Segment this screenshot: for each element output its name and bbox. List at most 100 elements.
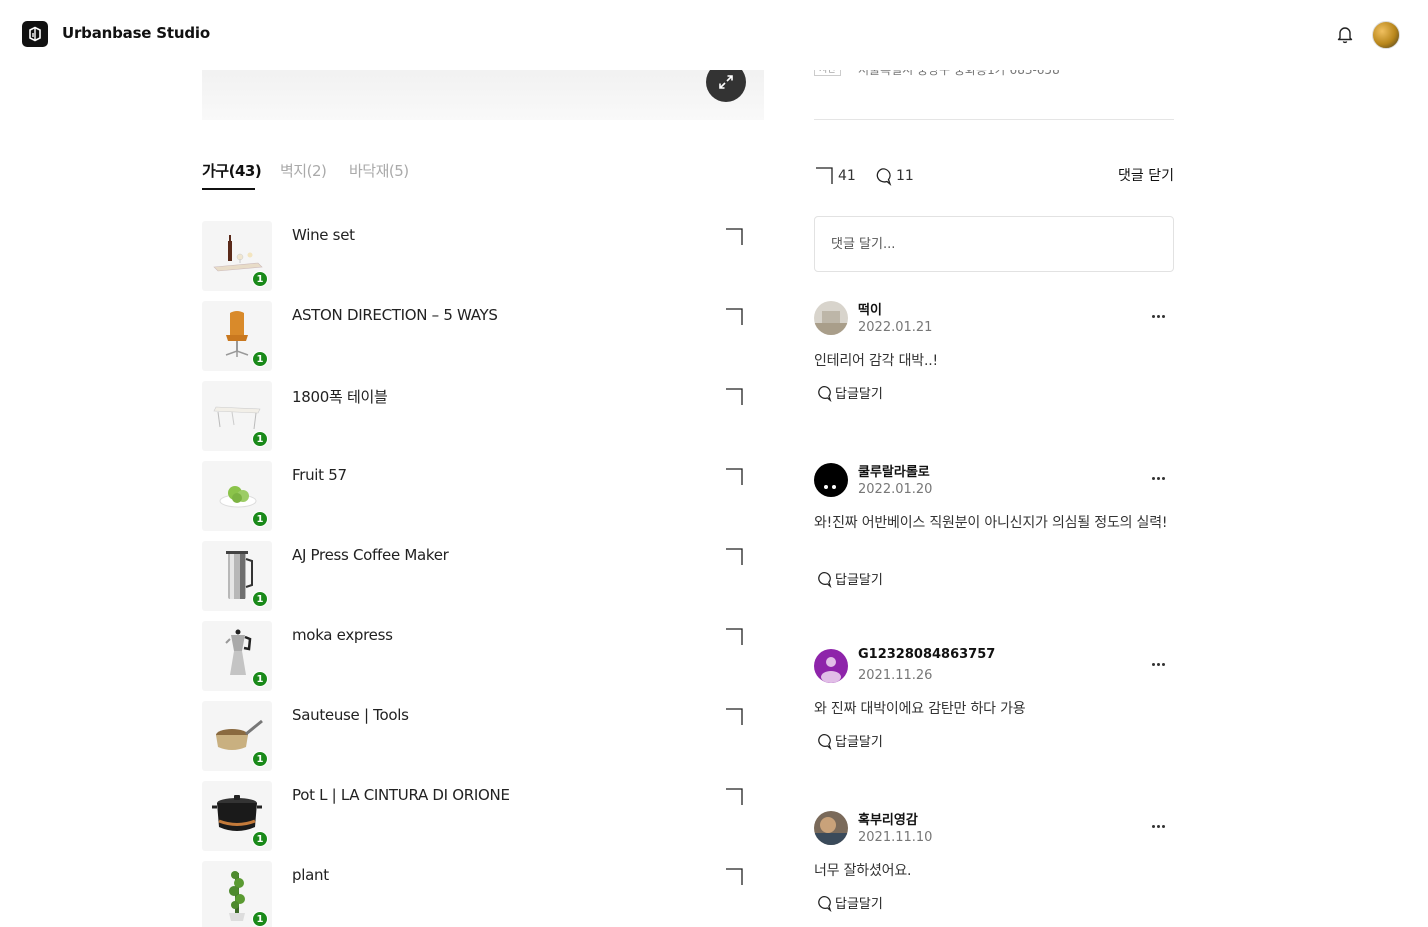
user-avatar[interactable] (1372, 21, 1400, 49)
item-name[interactable]: Sauteuse | Tools (292, 706, 409, 724)
bell-icon[interactable] (1335, 24, 1355, 44)
list-item[interactable]: 1 AJ Press Coffee Maker (202, 541, 764, 611)
comment-input[interactable] (814, 216, 1174, 272)
comment-date: 2021.11.26 (858, 668, 933, 683)
bookmark-icon[interactable] (724, 227, 744, 247)
comment-icon (818, 895, 832, 912)
bookmark-icon[interactable] (724, 627, 744, 647)
comment-text: 너무 잘하셨어요. (814, 863, 912, 879)
comment-item: 떡이 2022.01.21 인테리어 감각 대박..! 답글달기 (814, 301, 1174, 411)
item-name[interactable]: Fruit 57 (292, 466, 347, 484)
comment-date: 2021.11.10 (858, 830, 933, 845)
comment-date: 2022.01.21 (858, 320, 933, 335)
list-item[interactable]: 1 Sauteuse | Tools (202, 701, 764, 771)
reply-button[interactable]: 답글달기 (814, 893, 883, 912)
count-badge: 1 (252, 431, 268, 447)
chair-thumb: 1 (202, 301, 272, 371)
comment-count: 11 (896, 168, 914, 184)
item-name[interactable]: ASTON DIRECTION – 5 WAYS (292, 306, 498, 324)
like-stat[interactable]: 41 (814, 166, 856, 186)
like-count: 41 (838, 168, 856, 184)
bookmark-icon[interactable] (724, 787, 744, 807)
list-item[interactable]: 1 plant (202, 861, 764, 927)
avatar[interactable] (814, 649, 848, 683)
comment-item: 쿨루랄라롤로 2022.01.20 와!진짜 어반베이스 직원분이 아니신지가 … (814, 463, 1174, 593)
comment-icon (818, 571, 832, 588)
bookmark-icon[interactable] (724, 547, 744, 567)
count-badge: 1 (252, 511, 268, 527)
moka-thumb: 1 (202, 621, 272, 691)
item-name[interactable]: moka express (292, 626, 393, 644)
count-badge: 1 (252, 271, 268, 287)
count-badge: 1 (252, 831, 268, 847)
comment-text: 인테리어 감각 대박..! (814, 353, 938, 369)
tab-wallpaper[interactable]: 벽지(2) (280, 160, 327, 181)
reply-label: 답글달기 (835, 387, 883, 402)
plant-thumb: 1 (202, 861, 272, 927)
top-bar: Urbanbase Studio (0, 0, 1428, 70)
reply-label: 답글달기 (835, 573, 883, 588)
table-thumb: 1 (202, 381, 272, 451)
urbanbase-logo-icon[interactable] (22, 21, 48, 47)
list-item[interactable]: 1 1800폭 테이블 (202, 381, 764, 451)
comment-stat[interactable]: 11 (872, 166, 914, 186)
comment-item: 혹부리영감 2021.11.10 너무 잘하셨어요. 답글달기 (814, 811, 1174, 921)
wine-set-thumb: 1 (202, 221, 272, 291)
comment-text: 와 진짜 대박이에요 감탄만 하다 가용 (814, 701, 1026, 717)
count-badge: 1 (252, 351, 268, 367)
list-item[interactable]: 1 ASTON DIRECTION – 5 WAYS (202, 301, 764, 371)
avatar[interactable] (814, 301, 848, 335)
item-name[interactable]: plant (292, 866, 329, 884)
coffee-maker-thumb: 1 (202, 541, 272, 611)
tab-flooring[interactable]: 바닥재(5) (349, 160, 409, 181)
bookmark-icon[interactable] (724, 307, 744, 327)
more-icon[interactable] (1148, 819, 1168, 833)
avatar[interactable] (814, 811, 848, 845)
pot-thumb: 1 (202, 781, 272, 851)
stats-row: 41 11 댓글 닫기 (814, 164, 1174, 188)
pan-thumb: 1 (202, 701, 272, 771)
bookmark-icon[interactable] (724, 707, 744, 727)
count-badge: 1 (252, 911, 268, 927)
close-comments-button[interactable]: 댓글 닫기 (1118, 165, 1174, 185)
reply-label: 답글달기 (835, 897, 883, 912)
active-tab-indicator (202, 188, 255, 190)
reply-button[interactable]: 답글달기 (814, 383, 883, 402)
list-item[interactable]: 1 Fruit 57 (202, 461, 764, 531)
item-name[interactable]: AJ Press Coffee Maker (292, 546, 449, 564)
reply-button[interactable]: 답글달기 (814, 569, 883, 588)
list-item[interactable]: 1 moka express (202, 621, 764, 691)
item-name[interactable]: 1800폭 테이블 (292, 386, 388, 407)
item-name[interactable]: Wine set (292, 226, 355, 244)
more-icon[interactable] (1148, 657, 1168, 671)
count-badge: 1 (252, 591, 268, 607)
tab-furniture[interactable]: 가구(43) (202, 160, 262, 181)
comment-date: 2022.01.20 (858, 482, 933, 497)
bookmark-icon[interactable] (724, 867, 744, 887)
comment-item: G12328084863757 2021.11.26 와 진짜 대박이에요 감탄… (814, 647, 1174, 759)
bookmark-icon[interactable] (724, 467, 744, 487)
item-name[interactable]: Pot L | LA CINTURA DI ORIONE (292, 786, 510, 804)
more-icon[interactable] (1148, 471, 1168, 485)
count-badge: 1 (252, 671, 268, 687)
comment-author[interactable]: G12328084863757 (858, 647, 995, 662)
comment-text: 와!진짜 어반베이스 직원분이 아니신지가 의심될 정도의 실력! (814, 515, 1168, 531)
more-icon[interactable] (1148, 309, 1168, 323)
comment-icon (876, 168, 892, 186)
list-item[interactable]: 1 Wine set (202, 221, 764, 291)
comment-author[interactable]: 쿨루랄라롤로 (858, 461, 930, 480)
comment-author[interactable]: 혹부리영감 (858, 809, 918, 828)
avatar[interactable] (814, 463, 848, 497)
reply-label: 답글달기 (835, 735, 883, 750)
bookmark-icon[interactable] (724, 387, 744, 407)
list-item[interactable]: 1 Pot L | LA CINTURA DI ORIONE (202, 781, 764, 851)
count-badge: 1 (252, 751, 268, 767)
divider (814, 119, 1174, 120)
bookmark-icon (816, 167, 833, 184)
comment-icon (818, 733, 832, 750)
fruit-thumb: 1 (202, 461, 272, 531)
app-name[interactable]: Urbanbase Studio (62, 24, 210, 42)
reply-button[interactable]: 답글달기 (814, 731, 883, 750)
comment-author[interactable]: 떡이 (858, 299, 882, 318)
comment-icon (818, 385, 832, 402)
